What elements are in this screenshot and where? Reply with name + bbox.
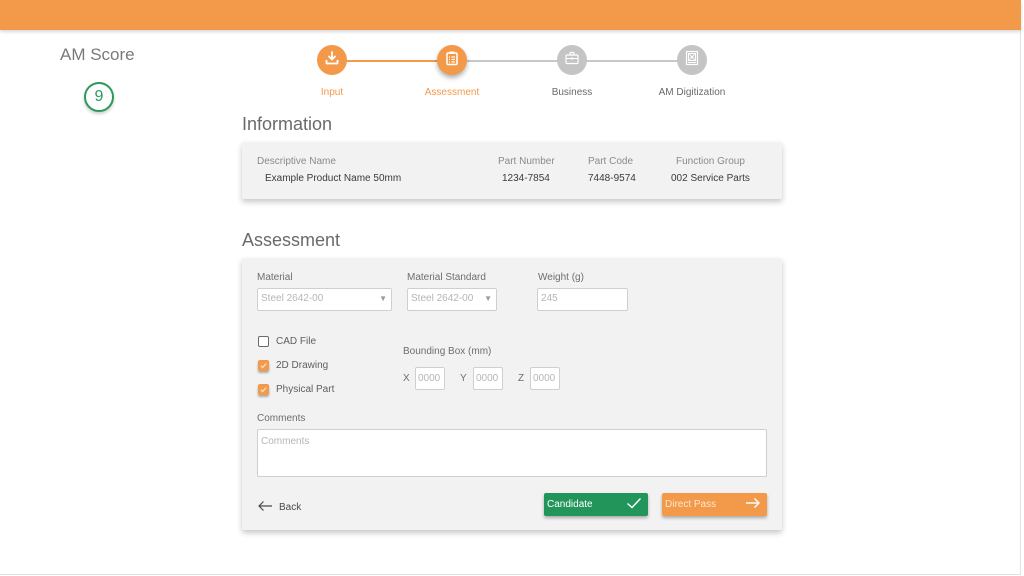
part-code-value: 7448-9574 <box>588 173 636 184</box>
axis-y-label: Y <box>460 373 467 384</box>
direct-pass-label: Direct Pass <box>665 499 717 510</box>
direct-pass-button[interactable]: Direct Pass <box>662 493 767 516</box>
part-number-label: Part Number <box>498 156 555 167</box>
arrow-left-icon <box>257 500 273 515</box>
part-code-label: Part Code <box>588 156 634 167</box>
step-label-am-digitization: AM Digitization <box>658 87 726 98</box>
cad-file-label: CAD File <box>276 336 317 347</box>
checkbox-unchecked-icon[interactable] <box>258 336 269 347</box>
weight-label: Weight (g) <box>538 272 584 283</box>
arrow-right-icon <box>745 497 761 512</box>
bounding-box-y-input[interactable]: 0000 <box>473 367 503 390</box>
axis-x-label: X <box>403 373 410 384</box>
material-standard-select-value: Steel 2642-00 <box>411 293 474 304</box>
caret-down-icon: ▼ <box>379 294 387 303</box>
material-standard-label: Material Standard <box>407 272 486 283</box>
checkbox-physical-part[interactable]: Physical Part <box>258 384 334 395</box>
comments-textarea[interactable]: Comments <box>257 429 767 477</box>
step-label-business: Business <box>551 87 593 98</box>
back-button[interactable]: Back <box>257 500 301 515</box>
back-label: Back <box>279 502 302 513</box>
clipboard-list-icon <box>444 50 460 71</box>
descriptive-name-value: Example Product Name 50mm <box>265 173 402 184</box>
candidate-label: Candidate <box>547 499 593 510</box>
checkbox-checked-icon[interactable] <box>258 384 269 395</box>
function-group-value: 002 Service Parts <box>671 173 750 184</box>
axis-z-label: Z <box>518 373 525 384</box>
function-group-label: Function Group <box>676 156 745 167</box>
step-assessment[interactable] <box>437 45 467 75</box>
step-label-assessment: Assessment <box>424 87 480 98</box>
stepper-line-done <box>346 60 438 62</box>
check-icon <box>626 497 642 512</box>
physical-part-label: Physical Part <box>276 384 335 395</box>
printer-3d-icon <box>684 50 700 71</box>
bounding-box-label: Bounding Box (mm) <box>403 346 492 357</box>
step-label-input: Input <box>320 87 344 98</box>
information-card <box>242 142 782 199</box>
step-business[interactable] <box>557 45 587 75</box>
download-icon <box>324 50 340 71</box>
candidate-button[interactable]: Candidate <box>544 493 648 516</box>
information-title: Information <box>242 114 333 134</box>
briefcase-icon <box>564 50 580 71</box>
caret-down-icon: ▼ <box>484 294 492 303</box>
checkbox-cad-file[interactable]: CAD File <box>258 336 316 347</box>
checkbox-2d-drawing[interactable]: 2D Drawing <box>258 360 328 371</box>
step-am-digitization[interactable] <box>677 45 707 75</box>
checkbox-checked-icon[interactable] <box>258 360 269 371</box>
material-label: Material <box>257 272 293 283</box>
part-number-value: 1234-7854 <box>502 173 550 184</box>
step-input[interactable] <box>317 45 347 75</box>
material-select[interactable]: Steel 2642-00 ▼ <box>257 288 392 311</box>
am-score-badge: 9 <box>84 82 114 112</box>
comments-label: Comments <box>257 413 306 424</box>
bounding-box-z-input[interactable]: 0000 <box>530 367 560 390</box>
descriptive-name-label: Descriptive Name <box>257 156 336 167</box>
material-select-value: Steel 2642-00 <box>261 293 324 304</box>
material-standard-select[interactable]: Steel 2642-00 ▼ <box>407 288 497 311</box>
am-score-title: AM Score <box>60 45 135 64</box>
2d-drawing-label: 2D Drawing <box>276 360 329 371</box>
assessment-title: Assessment <box>242 230 341 250</box>
bounding-box-x-input[interactable]: 0000 <box>415 367 445 390</box>
weight-input[interactable]: 245 <box>537 288 628 311</box>
top-bar <box>0 0 1021 30</box>
